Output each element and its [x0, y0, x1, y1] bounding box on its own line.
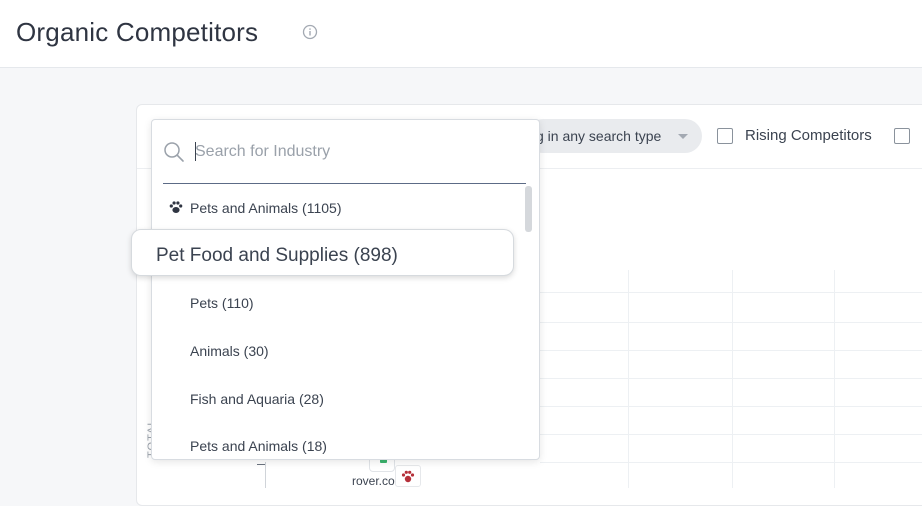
- grid-line: [628, 270, 629, 488]
- list-item[interactable]: Animals (30): [190, 343, 269, 359]
- page-title: Organic Competitors: [16, 17, 259, 47]
- rising-competitors-label: Rising Competitors: [745, 127, 872, 144]
- extra-filter-checkbox[interactable]: [894, 128, 910, 144]
- list-item[interactable]: Fish and Aquaria (28): [190, 391, 324, 407]
- search-type-label: g in any search type: [536, 128, 662, 144]
- paw-logo-icon: [395, 465, 421, 487]
- grid-line: [540, 322, 922, 323]
- list-item-parent-category[interactable]: Pets and Animals (1105): [190, 200, 342, 216]
- industry-dropdown: [151, 119, 540, 460]
- industry-search-input[interactable]: [195, 140, 515, 164]
- search-icon: [164, 142, 184, 162]
- axis-line: [265, 462, 266, 488]
- grid-line: [540, 350, 922, 351]
- scrollbar-thumb[interactable]: [525, 186, 532, 232]
- search-underline: [163, 183, 526, 184]
- page-header: Organic Competitors: [0, 0, 922, 68]
- grid-line: [540, 406, 922, 407]
- rising-competitors-checkbox[interactable]: [717, 128, 733, 144]
- grid-line: [540, 292, 922, 293]
- list-item[interactable]: Pets and Animals (18): [190, 438, 327, 454]
- grid-line: [540, 434, 922, 435]
- paw-icon: [169, 201, 183, 213]
- grid-line: [540, 378, 922, 379]
- caret-down-icon: [678, 134, 688, 139]
- info-icon[interactable]: [302, 24, 318, 40]
- highlighted-item-label: Pet Food and Supplies (898): [156, 245, 398, 266]
- text-cursor: [195, 142, 196, 161]
- grid-line: [540, 462, 922, 463]
- axis-tick: [257, 464, 265, 465]
- list-item[interactable]: Pets (110): [190, 295, 254, 311]
- grid-line: [732, 270, 733, 488]
- grid-line: [834, 270, 835, 488]
